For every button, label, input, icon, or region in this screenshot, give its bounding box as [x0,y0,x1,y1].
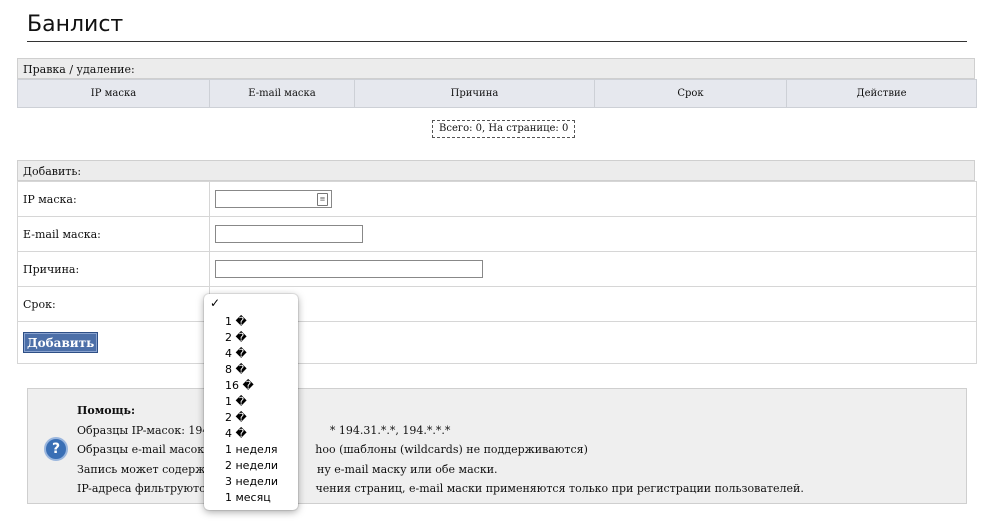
column-ip-mask: IP маска [17,79,210,108]
term-dropdown[interactable]: ✓ 1 � 2 � 4 � 8 � 16 � 1 � 2 � 4 � 1 нед… [204,294,298,510]
help-line-entry: Запись может содержать ну e-mail маску ил… [77,462,498,476]
pagination-summary: Всего: 0, На странице: 0 [432,120,576,138]
question-icon: ? [44,437,68,461]
term-option[interactable]: 1 месяц [225,490,271,506]
term-option[interactable]: 3 недели [225,474,278,490]
column-email-mask: E-mail маска [209,79,355,108]
term-option[interactable]: 2 недели [225,458,278,474]
email-mask-label: E-mail маска: [17,216,210,252]
help-line-ip: Образцы IP-масок: 194.3 * 194.31.*.*, 194… [77,423,451,437]
term-option[interactable]: 2 � [225,410,247,426]
term-option[interactable]: 1 � [225,314,247,330]
reason-input[interactable] [215,260,483,278]
checkmark-icon: ✓ [210,296,221,310]
help-title: Помощь: [77,404,136,417]
term-option[interactable]: 2 � [225,330,247,346]
contact-card-icon[interactable]: ≡ [317,193,328,206]
term-select[interactable] [209,286,977,322]
term-option[interactable]: 16 � [225,378,254,394]
term-option[interactable]: 4 � [225,346,247,362]
page-title: Банлист [27,10,967,42]
add-button[interactable]: Добавить [23,332,99,353]
ip-mask-input[interactable]: ≡ [215,190,332,208]
add-section-header: Добавить: [17,160,975,181]
help-line-filter: IP-адреса фильтруются д чения страниц, e-… [77,482,804,495]
term-option[interactable]: 1 неделя [225,442,277,458]
column-term: Срок [594,79,787,108]
help-line-email: Образцы e-mail масок: @ hoo (шаблоны (wil… [77,443,588,456]
ip-mask-label: IP маска: [17,181,210,217]
term-option[interactable]: 1 � [225,394,247,410]
term-option[interactable]: 4 � [225,426,247,442]
help-box: ? Помощь: Образцы IP-масок: 194.3 * 194.3… [27,388,967,504]
add-ban-form: IP маска: ≡ E-mail маска: Причина: Срок:… [17,181,977,364]
term-label: Срок: [17,286,210,322]
banlist-table: IP маска E-mail маска Причина Срок Дейст… [17,79,977,108]
term-option[interactable]: 8 � [225,362,247,378]
list-section-header: Правка / удаление: [17,58,975,79]
reason-label: Причина: [17,251,210,287]
email-mask-input[interactable] [215,225,363,243]
column-reason: Причина [354,79,595,108]
column-action: Действие [786,79,977,108]
